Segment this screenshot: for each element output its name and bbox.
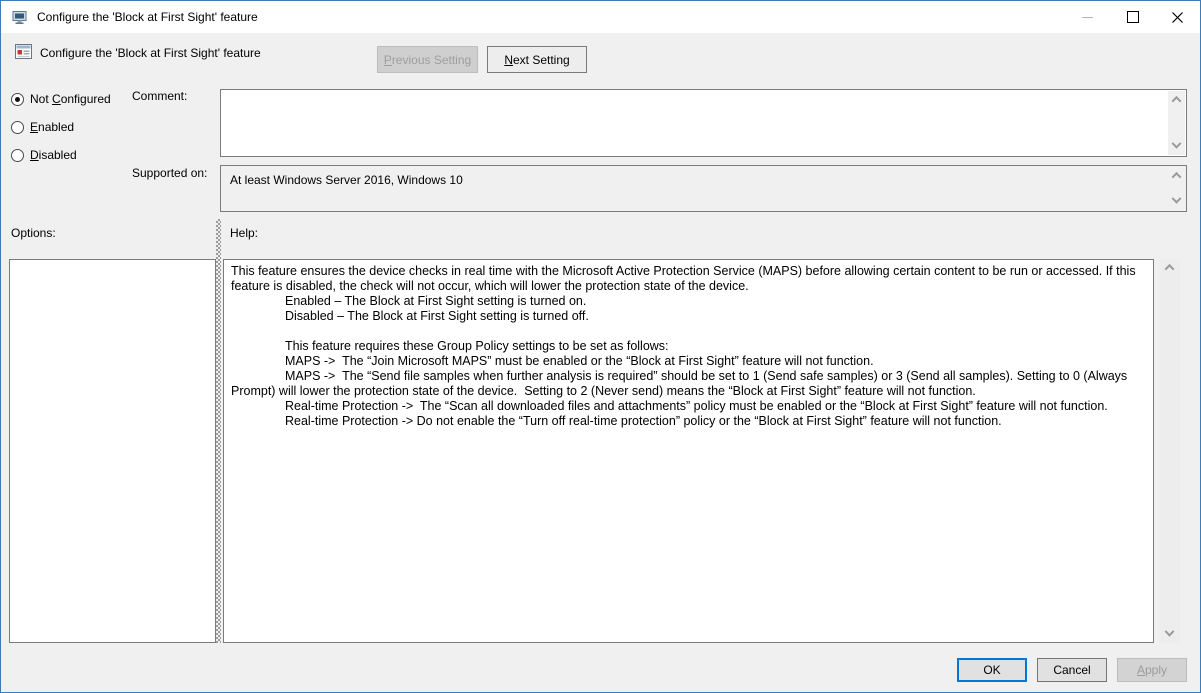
policy-setting-title: Configure the 'Block at First Sight' fea… (40, 46, 261, 60)
radio-label: Enabled (30, 120, 75, 134)
radio-disabled[interactable]: Disabled (11, 147, 111, 163)
configuration-radio-group: Not Configured Enabled Disabled (11, 91, 111, 175)
chevron-up-icon (1171, 171, 1182, 182)
minimize-button[interactable] (1065, 1, 1110, 33)
help-paragraph (231, 324, 1145, 339)
supported-on-field: At least Windows Server 2016, Windows 10 (220, 165, 1187, 212)
radio-button-icon (11, 120, 24, 134)
chevron-down-icon (1171, 138, 1182, 149)
scroll-up-button[interactable] (1168, 167, 1185, 184)
help-paragraph: Enabled – The Block at First Sight setti… (285, 294, 587, 308)
chevron-up-icon (1164, 263, 1175, 274)
maximize-button[interactable] (1110, 1, 1155, 33)
comment-textarea[interactable] (220, 89, 1187, 157)
close-button[interactable] (1155, 1, 1200, 33)
help-paragraph: This feature requires these Group Policy… (285, 339, 669, 353)
pane-splitter (216, 219, 221, 643)
comment-label: Comment: (132, 89, 188, 103)
radio-label: Disabled (30, 148, 77, 162)
help-paragraph: MAPS -> The “Send file samples when furt… (231, 369, 1131, 398)
scroll-down-button[interactable] (1168, 193, 1185, 210)
radio-label: Not Configured (30, 92, 111, 106)
help-text: This feature ensures the device checks i… (223, 259, 1154, 643)
radio-button-icon (11, 148, 24, 162)
scroll-down-button[interactable] (1168, 138, 1185, 155)
options-label: Options: (11, 226, 56, 240)
help-paragraph: This feature ensures the device checks i… (231, 264, 1140, 293)
radio-not-configured[interactable]: Not Configured (11, 91, 111, 107)
help-paragraph: Real-time Protection -> The “Scan all do… (285, 399, 1108, 413)
window-title: Configure the 'Block at First Sight' fea… (37, 10, 258, 24)
previous-setting-button[interactable]: Previous Setting (377, 46, 478, 73)
radio-button-icon (11, 92, 24, 106)
supported-on-value: At least Windows Server 2016, Windows 10 (230, 173, 463, 187)
computer-icon (12, 9, 28, 25)
maximize-icon (1126, 11, 1139, 23)
apply-button[interactable]: Apply (1117, 658, 1187, 682)
comment-scrollbar (1168, 91, 1185, 155)
supported-on-scrollbar (1168, 167, 1185, 210)
window-controls (1065, 1, 1200, 33)
scroll-up-button[interactable] (1159, 259, 1180, 276)
supported-on-label: Supported on: (132, 166, 208, 180)
help-scrollbar (1159, 259, 1180, 643)
minimize-icon (1082, 16, 1093, 18)
policy-setting-icon (15, 43, 32, 60)
policy-setting-dialog: Configure the 'Block at First Sight' fea… (0, 0, 1201, 693)
chevron-up-icon (1171, 95, 1182, 106)
help-paragraph: Real-time Protection -> Do not enable th… (285, 414, 1002, 428)
help-paragraph: MAPS -> The “Join Microsoft MAPS” must b… (285, 354, 874, 368)
ok-button[interactable]: OK (957, 658, 1027, 682)
options-panel (9, 259, 216, 643)
close-icon (1172, 11, 1183, 23)
scroll-up-button[interactable] (1168, 91, 1185, 108)
help-label: Help: (230, 226, 259, 240)
cancel-button[interactable]: Cancel (1037, 658, 1107, 682)
chevron-down-icon (1164, 626, 1175, 637)
chevron-down-icon (1171, 193, 1182, 204)
radio-enabled[interactable]: Enabled (11, 119, 111, 135)
scroll-down-button[interactable] (1159, 626, 1180, 643)
next-setting-button[interactable]: Next Setting (487, 46, 587, 73)
help-paragraph: Disabled – The Block at First Sight sett… (285, 309, 589, 323)
title-bar: Configure the 'Block at First Sight' fea… (1, 1, 1200, 33)
